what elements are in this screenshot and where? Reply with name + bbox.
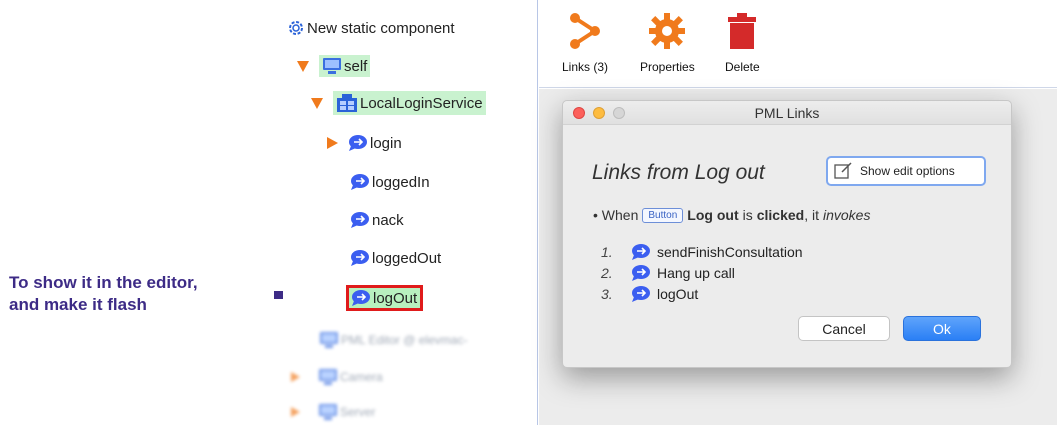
tree-item-label: nack bbox=[372, 211, 404, 229]
tree-item-label: PML Editor @ elevmac- bbox=[341, 333, 468, 347]
invocation-list: 1. sendFinishConsultation 2. Hang up cal… bbox=[601, 241, 803, 304]
invokes-word: invokes bbox=[823, 207, 871, 223]
tree-item-label: login bbox=[370, 134, 402, 152]
when-prefix: • When bbox=[593, 207, 639, 223]
selected-item-box[interactable]: logOut bbox=[346, 285, 424, 311]
it-word: , it bbox=[804, 207, 819, 223]
service-highlight: LocalLoginService bbox=[333, 91, 486, 115]
tree-item-nack[interactable]: nack bbox=[350, 208, 404, 232]
annotation-line-2: and make it flash bbox=[9, 295, 147, 314]
tree-root-label: New static component bbox=[307, 19, 455, 37]
annotation-text: To show it in the editor, and make it fl… bbox=[9, 272, 198, 316]
message-bubble-icon bbox=[349, 135, 367, 151]
tree-item-loggedin[interactable]: loggedIn bbox=[350, 170, 430, 194]
computer-icon bbox=[320, 332, 338, 348]
self-highlight: self bbox=[319, 55, 371, 77]
component-gear-icon bbox=[289, 21, 303, 35]
event-name: clicked bbox=[756, 207, 805, 223]
is-word: is bbox=[742, 207, 753, 223]
list-item[interactable]: 1. sendFinishConsultation bbox=[601, 241, 803, 262]
list-item-label: Hang up call bbox=[657, 264, 735, 281]
links-heading: Links from Log out bbox=[592, 161, 765, 184]
component-tree: New static component self LocalLoginServ bbox=[283, 0, 538, 425]
pml-links-dialog: PML Links Links from Log out Show edit o… bbox=[562, 100, 1012, 368]
tree-item-camera[interactable]: Camera bbox=[291, 365, 383, 389]
expand-triangle-icon[interactable] bbox=[297, 60, 309, 72]
gear-icon bbox=[649, 13, 686, 49]
expand-triangle-icon[interactable] bbox=[327, 137, 338, 149]
expand-triangle-icon[interactable] bbox=[291, 372, 300, 382]
annotation-line-1: To show it in the editor, bbox=[9, 273, 198, 292]
dialog-titlebar[interactable]: PML Links bbox=[563, 101, 1011, 125]
message-bubble-icon bbox=[632, 243, 650, 260]
tree-item-login[interactable]: login bbox=[327, 131, 402, 155]
button-type-tag: Button bbox=[642, 207, 684, 223]
message-bubble-icon bbox=[352, 290, 370, 306]
tree-item-label: Server bbox=[340, 405, 376, 419]
tree-item-label: Camera bbox=[340, 370, 383, 384]
list-item[interactable]: 3. logOut bbox=[601, 283, 803, 304]
tree-item-label: loggedOut bbox=[372, 249, 442, 267]
message-bubble-icon bbox=[632, 285, 650, 302]
list-number: 1. bbox=[601, 243, 613, 260]
tree-self-label: self bbox=[344, 57, 368, 75]
links-button[interactable]: Links (3) bbox=[562, 12, 608, 74]
computer-icon bbox=[319, 404, 337, 420]
toolbar: Links (3) Properties Delete bbox=[539, 0, 1057, 88]
cancel-button[interactable]: Cancel bbox=[798, 316, 890, 341]
properties-label: Properties bbox=[640, 60, 695, 74]
tree-item-logout[interactable]: logOut bbox=[346, 283, 424, 313]
service-icon bbox=[337, 94, 357, 112]
element-name: Log out bbox=[687, 207, 739, 223]
tree-root[interactable]: New static component bbox=[287, 16, 455, 40]
edit-icon bbox=[834, 162, 852, 179]
properties-button[interactable]: Properties bbox=[640, 12, 695, 74]
message-bubble-icon bbox=[351, 212, 369, 228]
message-bubble-icon bbox=[351, 250, 369, 266]
expand-triangle-icon[interactable] bbox=[311, 97, 323, 109]
tree-service-label: LocalLoginService bbox=[360, 94, 483, 112]
tree-item-label: loggedIn bbox=[372, 173, 430, 191]
list-number: 3. bbox=[601, 285, 613, 302]
delete-label: Delete bbox=[725, 60, 760, 74]
tree-item-label: logOut bbox=[373, 289, 418, 307]
list-number: 2. bbox=[601, 264, 613, 281]
list-item[interactable]: 2. Hang up call bbox=[601, 262, 803, 283]
computer-icon bbox=[323, 58, 341, 74]
when-sentence: • When Button Log out is clicked , it in… bbox=[593, 207, 870, 223]
tree-node-self[interactable]: self bbox=[297, 54, 371, 78]
links-label: Links (3) bbox=[562, 60, 609, 74]
show-edit-options-label: Show edit options bbox=[860, 164, 955, 178]
message-bubble-icon bbox=[632, 264, 650, 281]
tree-item-server[interactable]: Server bbox=[291, 400, 375, 424]
show-edit-options-button[interactable]: Show edit options bbox=[826, 156, 986, 186]
trash-icon bbox=[728, 13, 757, 49]
tree-item-loggedout[interactable]: loggedOut bbox=[350, 246, 441, 270]
links-icon bbox=[570, 13, 600, 49]
expand-triangle-icon[interactable] bbox=[291, 407, 300, 417]
tree-item-pml-editor[interactable]: PML Editor @ elevmac- bbox=[319, 328, 467, 352]
list-item-label: logOut bbox=[657, 285, 699, 302]
dialog-title: PML Links bbox=[754, 105, 820, 121]
ok-button[interactable]: Ok bbox=[903, 316, 981, 341]
delete-button[interactable]: Delete bbox=[725, 12, 760, 74]
message-bubble-icon bbox=[351, 174, 369, 190]
tree-node-service[interactable]: LocalLoginService bbox=[311, 91, 486, 115]
list-item-label: sendFinishConsultation bbox=[657, 243, 803, 260]
computer-icon bbox=[319, 369, 337, 385]
